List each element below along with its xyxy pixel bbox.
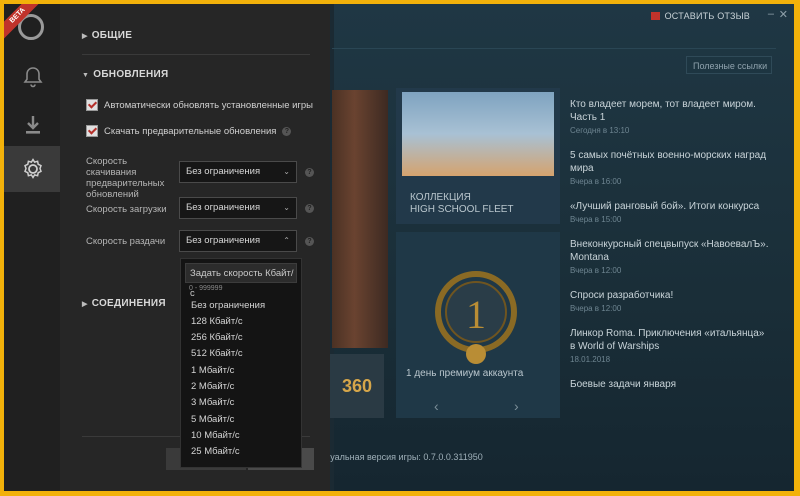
- checkbox-checked[interactable]: [86, 99, 98, 111]
- section-general-label: ОБЩИЕ: [91, 30, 133, 41]
- auto-update-checkbox[interactable]: Автоматически обновлять установленные иг…: [86, 99, 313, 111]
- feedback-label: ОСТАВИТЬ ОТЗЫВ: [664, 11, 750, 21]
- banner-image[interactable]: [332, 90, 388, 348]
- help-icon[interactable]: ?: [282, 126, 292, 136]
- window-frame: ОСТАВИТЬ ОТЗЫВ – ✕ Полезные ссылки КОЛЛЕ…: [0, 0, 800, 496]
- news-date: Сегодня в 13:10: [570, 126, 630, 135]
- bell-icon[interactable]: [22, 66, 44, 88]
- collection-tile[interactable]: КОЛЛЕКЦИЯ HIGH SCHOOL FLEET: [396, 88, 560, 224]
- section-general[interactable]: ▶ ОБЩИЕ: [82, 30, 132, 41]
- laurel-medal-icon: 1: [435, 271, 517, 364]
- chevron-up-icon: ⌃: [283, 236, 290, 245]
- useful-links-select[interactable]: Полезные ссылки: [686, 56, 772, 74]
- news-item[interactable]: 5 самых почётных военно-морских наград м…: [570, 149, 770, 186]
- news-list: Кто владеет морем, тот владеет миром. Ча…: [570, 98, 770, 405]
- icon-rail: BETA: [4, 4, 60, 491]
- news-date: Вчера в 15:00: [570, 215, 622, 224]
- next-arrow-icon[interactable]: ›: [514, 398, 519, 414]
- news-title: Спроси разработчика!: [570, 290, 674, 301]
- collection-caption: КОЛЛЕКЦИЯ HIGH SCHOOL FLEET: [410, 192, 514, 216]
- upload-speed-dropdown: Задать скорость Кбайт/с 0 - 999999 Без о…: [180, 258, 302, 468]
- game-version: ктуальная версия игры: 0.7.0.0.311950: [322, 452, 483, 462]
- news-date: Вчера в 12:00: [570, 304, 622, 313]
- dropdown-option[interactable]: 10 Мбайт/с: [191, 430, 240, 441]
- chevron-down-icon: ⌄: [283, 167, 290, 176]
- section-updates[interactable]: ▼ ОБНОВЛЕНИЯ: [82, 69, 168, 80]
- chevron-down-icon: ⌄: [283, 203, 290, 212]
- news-date: 18.01.2018: [570, 355, 611, 364]
- download-speed-label: Скорость загрузки: [86, 204, 167, 215]
- news-item[interactable]: Спроси разработчика! Вчера в 12:00: [570, 289, 770, 313]
- preload-speed-label: Скорость скачивания предварительных обно…: [86, 156, 165, 200]
- dropdown-option[interactable]: 5 Мбайт/с: [191, 414, 234, 425]
- news-item[interactable]: Внеконкурсный спецвыпуск «НавоевалЪ». Mo…: [570, 238, 770, 275]
- upload-speed-select[interactable]: Без ограничения ⌃: [179, 230, 297, 252]
- download-icon[interactable]: [22, 114, 44, 136]
- range-hint: 0 - 999999: [189, 285, 223, 292]
- preload-speed-value: Без ограничения: [186, 166, 261, 177]
- dropdown-option[interactable]: Без ограничения: [191, 300, 265, 311]
- news-title: Линкор Roma. Приключения «итальянца» в W…: [570, 328, 765, 352]
- custom-speed-input[interactable]: Задать скорость Кбайт/с: [185, 263, 297, 299]
- expand-arrow-icon: ▶: [82, 301, 88, 308]
- dropdown-option[interactable]: 25 Мбайт/с: [191, 446, 240, 457]
- badge-360[interactable]: 360: [330, 354, 384, 418]
- premium-caption: 1 день премиум аккаунта: [406, 368, 524, 379]
- feedback-icon: [650, 12, 660, 20]
- help-icon[interactable]: ?: [305, 237, 314, 246]
- news-item[interactable]: «Лучший ранговый бой». Итоги конкурса Вче…: [570, 200, 770, 224]
- section-updates-label: ОБНОВЛЕНИЯ: [93, 69, 169, 80]
- collection-caption-line2: HIGH SCHOOL FLEET: [410, 204, 514, 215]
- checkbox-checked[interactable]: [86, 125, 98, 137]
- news-title: Внеконкурсный спецвыпуск «НавоевалЪ». Mo…: [570, 239, 769, 263]
- prev-arrow-icon[interactable]: ‹: [434, 398, 439, 414]
- news-date: Вчера в 16:00: [570, 177, 622, 186]
- app-window: ОСТАВИТЬ ОТЗЫВ – ✕ Полезные ссылки КОЛЛЕ…: [4, 4, 794, 491]
- news-date: Вчера в 12:00: [570, 266, 622, 275]
- dropdown-option[interactable]: 1 Мбайт/с: [191, 365, 234, 376]
- news-item[interactable]: Кто владеет морем, тот владеет миром. Ча…: [570, 98, 770, 135]
- dropdown-option[interactable]: 256 Кбайт/с: [191, 332, 243, 343]
- upload-speed-value: Без ограничения: [186, 235, 261, 246]
- news-title: 5 самых почётных военно-морских наград м…: [570, 150, 767, 174]
- dropdown-option[interactable]: 2 Мбайт/с: [191, 381, 234, 392]
- divider: [82, 54, 310, 55]
- download-speed-value: Без ограничения: [186, 202, 261, 213]
- svg-text:1: 1: [466, 292, 486, 337]
- news-title: Боевые задачи января: [570, 379, 676, 390]
- news-title: Кто владеет морем, тот владеет миром. Ча…: [570, 99, 756, 123]
- title-bar: ОСТАВИТЬ ОТЗЫВ – ✕: [330, 4, 794, 30]
- close-button[interactable]: ✕: [779, 8, 788, 21]
- header-divider: [332, 48, 776, 49]
- preload-speed-select[interactable]: Без ограничения ⌄: [179, 161, 297, 183]
- section-connections-label: СОЕДИНЕНИЯ: [91, 298, 166, 309]
- news-item[interactable]: Линкор Roma. Приключения «итальянца» в W…: [570, 327, 770, 364]
- upload-speed-label: Скорость раздачи: [86, 236, 166, 247]
- auto-update-label: Автоматически обновлять установленные иг…: [104, 99, 313, 111]
- gear-icon[interactable]: [22, 158, 44, 180]
- preupdates-label: Скачать предварительные обновления: [104, 125, 277, 137]
- section-connections[interactable]: ▶ СОЕДИНЕНИЯ: [82, 298, 166, 309]
- expand-arrow-icon: ▶: [82, 33, 88, 40]
- download-speed-select[interactable]: Без ограничения ⌄: [179, 197, 297, 219]
- collection-caption-line1: КОЛЛЕКЦИЯ: [410, 192, 471, 203]
- collection-image: [402, 92, 554, 176]
- help-icon[interactable]: ?: [305, 204, 314, 213]
- collapse-arrow-icon: ▼: [82, 72, 90, 79]
- dropdown-option[interactable]: 128 Кбайт/с: [191, 316, 243, 327]
- dropdown-option[interactable]: 512 Кбайт/с: [191, 348, 243, 359]
- news-item[interactable]: Боевые задачи января: [570, 378, 770, 391]
- help-icon[interactable]: ?: [305, 168, 314, 177]
- minimize-button[interactable]: –: [768, 8, 774, 20]
- news-title: «Лучший ранговый бой». Итоги конкурса: [570, 201, 760, 212]
- premium-tile[interactable]: 1 1 день премиум аккаунта ‹ ›: [396, 232, 560, 418]
- preupdates-checkbox[interactable]: Скачать предварительные обновления ?: [86, 125, 292, 137]
- dropdown-option[interactable]: 3 Мбайт/с: [191, 397, 234, 408]
- feedback-button[interactable]: ОСТАВИТЬ ОТЗЫВ: [650, 11, 750, 21]
